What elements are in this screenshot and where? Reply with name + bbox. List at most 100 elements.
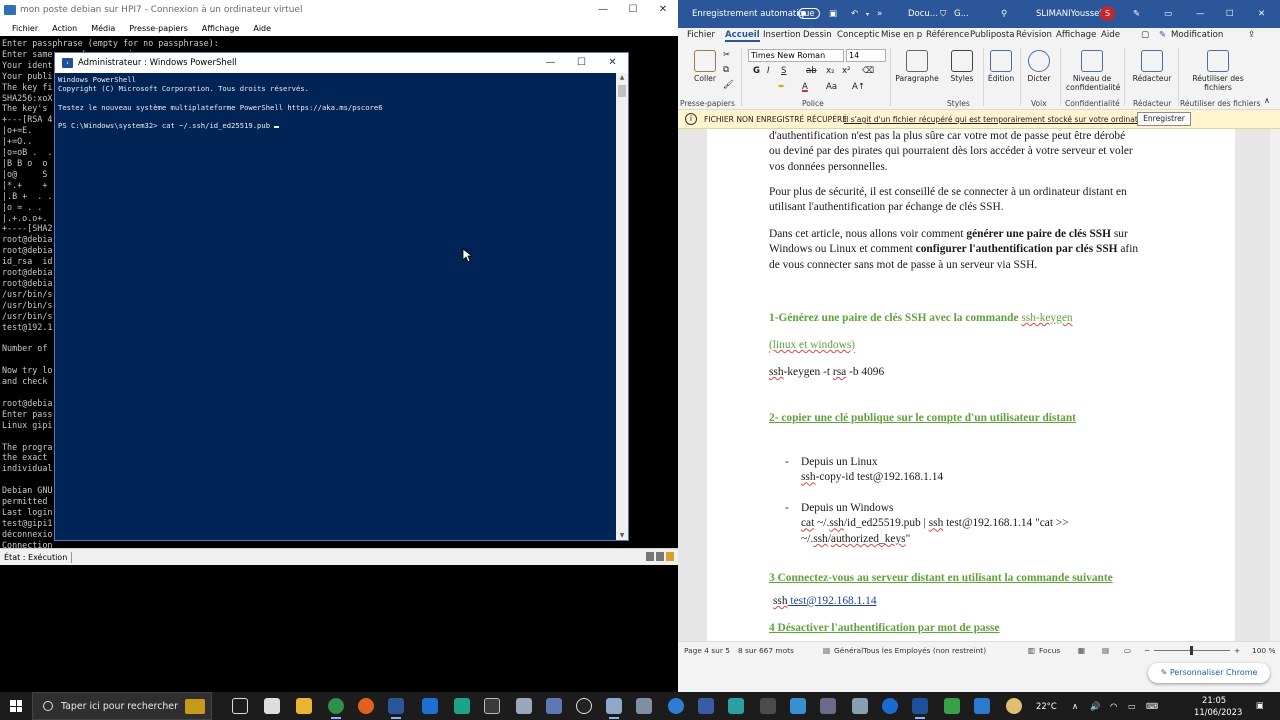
terminal-icon[interactable] [484, 698, 500, 714]
battery-icon[interactable]: ▭ [1128, 701, 1136, 711]
vm-menu-action[interactable]: Action [52, 24, 77, 33]
copy-icon[interactable]: ⧉ [723, 65, 729, 75]
word-icon[interactable] [388, 698, 404, 719]
vm-connect-icon[interactable] [636, 698, 652, 714]
redacteur-button[interactable]: Rédacteur [1130, 50, 1174, 83]
volume-icon[interactable]: 🔊 [1090, 701, 1100, 712]
sensitivity-button[interactable]: Niveau de confidentialité [1066, 50, 1120, 92]
clock-date[interactable]: 11/06/2023 [1194, 707, 1242, 717]
file-explorer-icon[interactable] [296, 698, 312, 714]
ps-titlebar[interactable]: › Administrateur : Windows PowerShell — … [55, 53, 628, 73]
vm-minimize-button[interactable]: — [588, 0, 618, 20]
vm-menu-affichage[interactable]: Affichage [202, 24, 240, 33]
bold-button[interactable]: G [753, 66, 760, 76]
start-button[interactable] [0, 692, 32, 720]
clear-format-icon[interactable]: ⌫ [862, 66, 874, 76]
app-gray-icon[interactable] [760, 698, 776, 714]
infobar-save-button[interactable]: Enregistrer [1137, 112, 1191, 126]
wifi-icon[interactable]: ◠ [1110, 701, 1117, 711]
editing-mode-dropdown[interactable]: Modification [1171, 30, 1223, 40]
save-icon[interactable]: ▣ [829, 9, 837, 19]
ps-close-button[interactable]: ✕ [597, 53, 628, 73]
tab-affichage[interactable]: Affichage [1056, 30, 1096, 40]
tab-aide[interactable]: Aide [1101, 30, 1120, 40]
edge-icon[interactable] [668, 698, 684, 714]
weather-temp[interactable]: 22°C [1036, 701, 1057, 711]
edition-button[interactable]: Édition [986, 50, 1016, 83]
user-name[interactable]: SLIMANIYoussef [1036, 9, 1102, 19]
ps-scroll-thumb[interactable] [618, 85, 626, 97]
vm-menu-aide[interactable]: Aide [253, 24, 271, 33]
font-size-box[interactable]: 14 [846, 49, 886, 62]
sensitivity-label[interactable]: G... [954, 9, 969, 19]
azure-icon[interactable] [422, 698, 438, 714]
customize-chrome-button[interactable]: ✎ Personnaliser Chrome [1148, 663, 1270, 683]
teams-app-icon[interactable] [454, 698, 470, 714]
document-name[interactable]: Docu... [908, 9, 938, 19]
app-blue-icon[interactable] [790, 698, 806, 714]
search-icon[interactable]: ⚲ [1001, 9, 1007, 19]
powershell-taskbar-icon[interactable] [912, 698, 928, 719]
undo-dropdown-icon[interactable]: ▾ [866, 11, 869, 18]
task-view-icon[interactable] [232, 698, 248, 714]
more-commands-icon[interactable]: » [877, 9, 882, 19]
reuse-files-button[interactable]: Réutiliser des fichiers [1186, 50, 1250, 92]
underline-button[interactable]: S [781, 66, 786, 76]
font-name-box[interactable]: Times New Roman [748, 49, 844, 62]
vm-close-button[interactable]: ✕ [648, 0, 678, 20]
tab-references[interactable]: Référence [926, 30, 969, 40]
focus-icon[interactable]: ▥ [1028, 646, 1035, 655]
tab-mise-en-page[interactable]: Mise en p [881, 30, 922, 40]
document-page[interactable]: d'authentification n'est pas la plus sûr… [707, 129, 1235, 641]
status-words[interactable]: 8 sur 667 mots [738, 646, 794, 655]
change-case-icon[interactable]: Aa [826, 82, 837, 92]
paragraph-button[interactable]: Paragraphe [894, 50, 940, 83]
ps-maximize-button[interactable]: ☐ [566, 53, 597, 73]
superscript-button[interactable]: x² [842, 66, 850, 76]
web-layout-icon[interactable]: ▭ [1124, 646, 1131, 655]
sensitivity-shield-icon[interactable]: ⛉ [940, 9, 946, 19]
status-focus[interactable]: Focus [1039, 646, 1060, 655]
styles-button[interactable]: Styles [946, 50, 978, 83]
word-close-button[interactable]: ✕ [1258, 9, 1265, 19]
subscript-button[interactable]: x₂ [826, 66, 834, 76]
collapse-ribbon-icon[interactable]: ∧ [1264, 96, 1270, 105]
pen-icon[interactable]: ✎ [1133, 9, 1140, 19]
zoom-level[interactable]: 100 % [1252, 646, 1275, 655]
strikethrough-button[interactable]: ab [806, 66, 817, 76]
ps-scroll-down-icon[interactable]: ▼ [616, 532, 628, 539]
ribbon-display-icon[interactable]: ▭ [1164, 9, 1172, 19]
highlight-icon[interactable]: ✒ [778, 82, 785, 92]
chrome-icon[interactable] [328, 698, 344, 719]
grow-font-icon[interactable]: A↑ [852, 82, 865, 92]
tab-accueil[interactable]: Accueil [725, 30, 760, 42]
clock-time[interactable]: 21:05 [1202, 695, 1226, 705]
autosave-toggle[interactable] [798, 8, 820, 19]
weather-icon[interactable] [1006, 698, 1022, 714]
app-teal-icon[interactable] [728, 698, 744, 714]
status-page[interactable]: Page 4 sur 5 [684, 646, 730, 655]
dicter-button[interactable]: Dicter [1024, 50, 1054, 83]
vm-menu-fichier[interactable]: Fichier [12, 24, 38, 33]
zoom-slider[interactable] [1154, 646, 1230, 655]
font-color-icon[interactable]: A [802, 82, 808, 92]
remote-app-icon[interactable] [546, 698, 562, 714]
user-avatar[interactable]: S [1100, 6, 1115, 21]
tray-overflow-icon[interactable]: ∧ [1072, 701, 1078, 711]
firefox-icon[interactable] [358, 698, 374, 714]
status-sensitivity-label[interactable]: GénéralTous les Employés (non restreint) [834, 646, 986, 655]
tab-fichier[interactable]: Fichier [687, 30, 715, 40]
app-cloud-icon[interactable] [974, 698, 990, 714]
share-icon[interactable]: ⇪ [1248, 30, 1255, 40]
vm-menu-presse-papiers[interactable]: Presse-papiers [129, 24, 188, 33]
comments-icon[interactable]: ▢ [1141, 30, 1149, 40]
paste-button[interactable]: Coller [690, 50, 720, 83]
tab-revision[interactable]: Révision [1016, 30, 1052, 40]
word-maximize-button[interactable]: ☐ [1226, 9, 1234, 19]
network-app-icon[interactable] [516, 698, 532, 714]
word-minimize-button[interactable]: — [1196, 9, 1205, 19]
outlook-icon[interactable] [882, 698, 898, 714]
powershell-console[interactable]: Windows PowerShell Copyright (C) Microsof… [58, 75, 614, 539]
format-painter-icon[interactable]: 🖌 [723, 80, 734, 90]
vm-menu-media[interactable]: Média [91, 24, 115, 33]
